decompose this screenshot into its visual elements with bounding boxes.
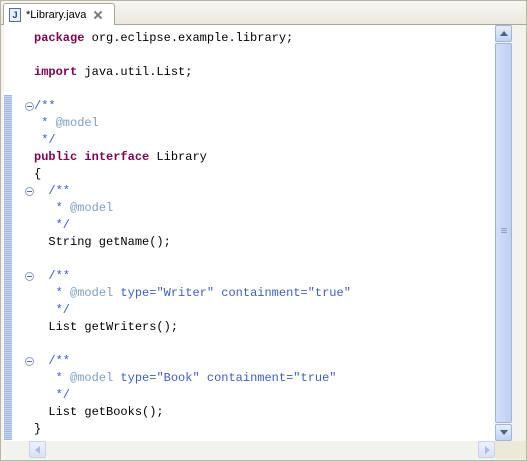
vertical-scroll-thumb[interactable] [495,43,512,423]
code-token: "Book" [156,371,200,385]
code-line[interactable]: } [34,422,41,436]
collapse-fold-icon[interactable] [25,357,34,366]
code-token: /** [34,99,56,113]
horizontal-scrollbar[interactable] [4,441,512,459]
code-line[interactable]: */ [34,218,70,232]
code-line[interactable]: * @model [34,201,114,215]
code-token: import [34,65,78,79]
code-token: * [34,116,56,130]
code-token: @model [70,286,114,300]
code-token: containment= [214,286,308,300]
code-token: package [34,31,85,45]
code-line[interactable]: /** [34,99,56,113]
collapse-fold-icon[interactable] [25,187,34,196]
code-token: public [34,150,78,164]
code-line[interactable]: * @model type="Book" containment="true" [34,371,337,385]
collapse-fold-icon[interactable] [25,102,34,111]
code-line[interactable]: import java.util.List; [34,65,192,79]
code-token: */ [34,388,71,402]
code-line[interactable]: /** [34,354,70,368]
code-token: @model [70,371,114,385]
code-token: type= [113,371,157,385]
code-line[interactable]: * @model [34,116,99,130]
code-line[interactable]: public interface Library [34,150,207,164]
code-line[interactable]: /** [34,184,70,198]
scroll-right-arrow-icon[interactable] [478,441,495,458]
code-token: @model [55,116,99,130]
code-token: { [34,167,42,181]
thumb-grip [501,232,507,233]
editor-tab-bar: J *Library.java [1,1,526,25]
code-token: * [34,286,71,300]
code-line[interactable]: List getBooks(); [34,405,164,419]
code-line[interactable]: String getName(); [34,235,171,249]
code-text-area[interactable]: package org.eclipse.example.library; impo… [34,25,512,441]
code-token: List getWriters(); [34,320,179,334]
close-icon[interactable] [93,10,103,20]
scroll-left-arrow-icon[interactable] [29,441,46,458]
overview-ruler[interactable] [512,25,526,441]
code-token: * [34,201,71,215]
code-token: /** [34,354,71,368]
code-token: "true" [293,371,337,385]
scroll-down-arrow-icon[interactable] [495,424,512,441]
collapse-fold-icon[interactable] [25,272,34,281]
java-file-icon: J [9,7,21,22]
code-token: type= [113,286,157,300]
code-token: */ [34,133,56,147]
thumb-grip [501,230,507,231]
code-editor[interactable]: package org.eclipse.example.library; impo… [4,25,512,441]
code-token: java.util.List; [77,65,193,79]
code-token: /** [34,184,71,198]
code-token: interface [84,150,150,164]
code-token: List getBooks(); [34,405,164,419]
scrollbar-corner [495,441,526,459]
vertical-ruler [4,25,34,441]
code-token: org.eclipse.example.library; [84,31,294,45]
code-line[interactable]: */ [34,303,70,317]
quick-diff-change-bar [4,95,12,440]
editor-window: J *Library.java package org.eclipse.exam… [0,0,527,461]
code-line[interactable]: /** [34,269,70,283]
scroll-up-arrow-icon[interactable] [495,25,512,42]
code-line[interactable]: */ [34,133,56,147]
code-token: Library [149,150,207,164]
code-token: String getName(); [34,235,171,249]
code-line[interactable]: { [34,167,41,181]
tab-label: *Library.java [26,8,87,21]
code-token: } [34,422,42,436]
code-token: "true" [307,286,351,300]
code-line[interactable]: List getWriters(); [34,320,178,334]
code-line[interactable]: */ [34,388,70,402]
code-line[interactable]: package org.eclipse.example.library; [34,31,293,45]
tab-library-java[interactable]: J *Library.java [3,3,115,25]
code-token: * [34,371,71,385]
thumb-grip [501,228,507,229]
vertical-scrollbar[interactable] [495,25,512,441]
code-token: containment= [199,371,294,385]
code-line[interactable]: * @model type="Writer" containment="true… [34,286,351,300]
code-token: "Writer" [156,286,215,300]
code-token: */ [34,218,71,232]
code-token: @model [70,201,114,215]
code-token: */ [34,303,71,317]
code-token: /** [34,269,71,283]
